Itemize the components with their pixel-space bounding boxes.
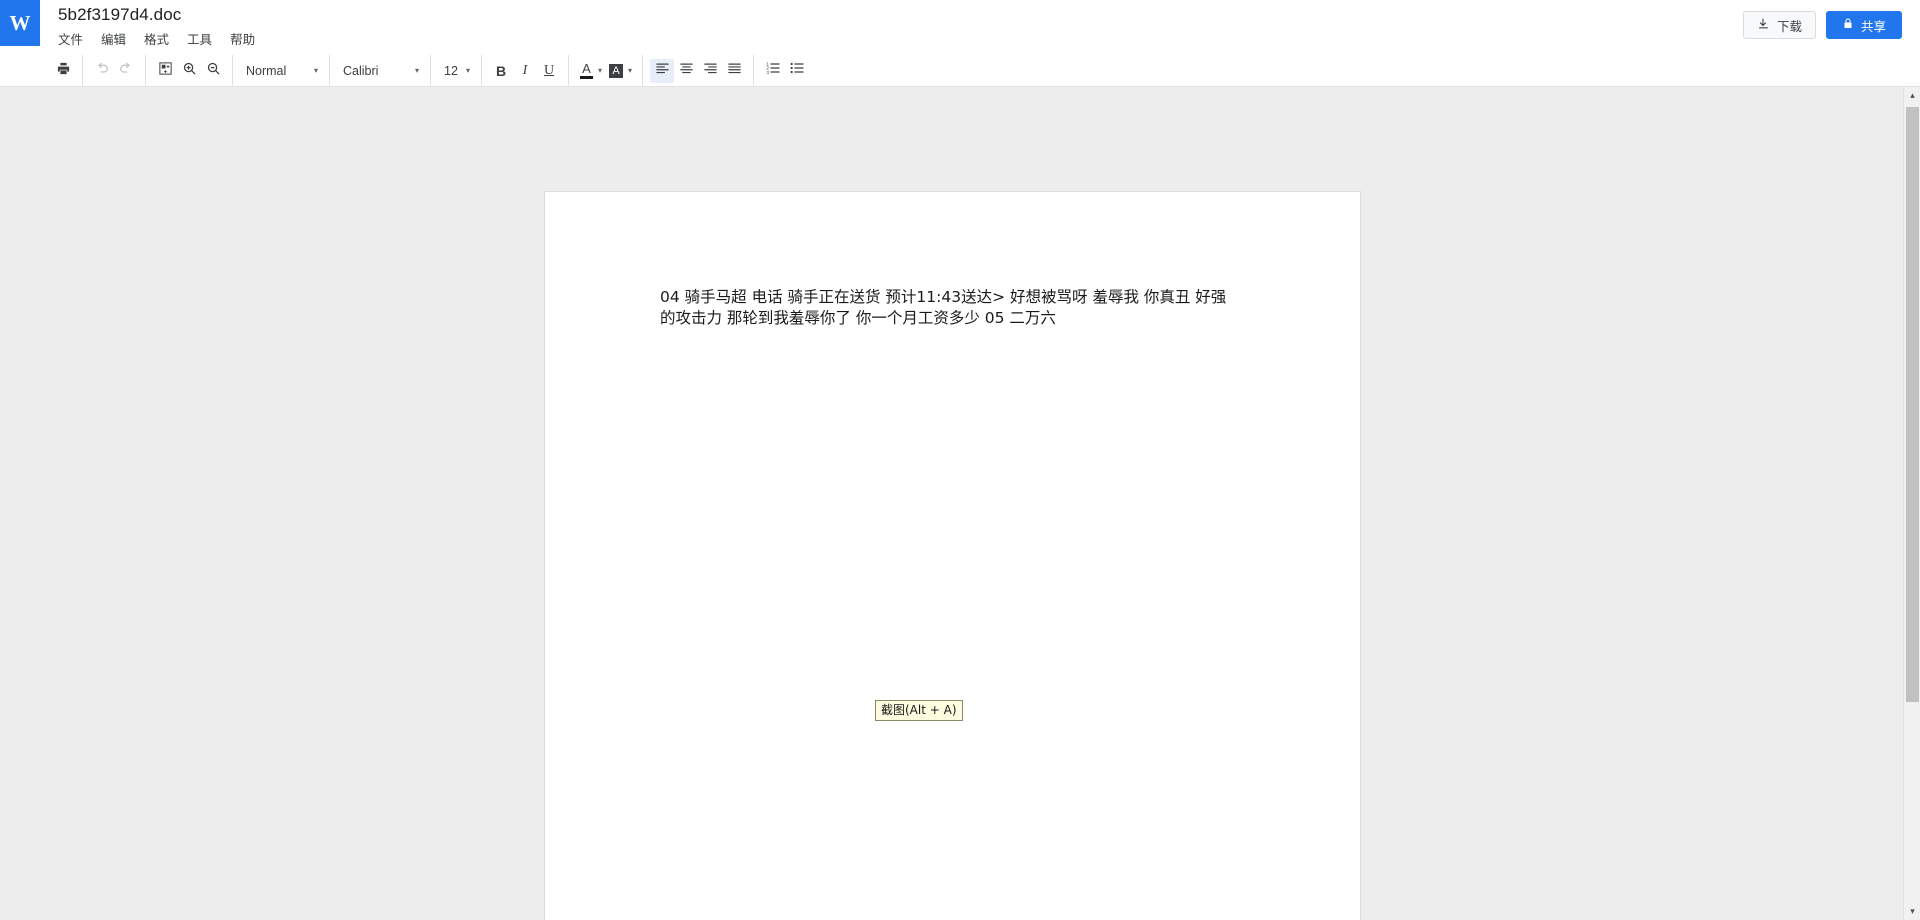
text-color-icon: A <box>580 62 593 79</box>
download-icon <box>1757 17 1770 33</box>
align-justify-icon <box>727 61 742 81</box>
paragraph-style-value: Normal <box>246 63 287 78</box>
vertical-scrollbar[interactable]: ▴ ▾ <box>1903 87 1920 920</box>
toolbar-group-font-family: Calibri ▾ <box>330 54 431 87</box>
image-selection-button[interactable] <box>153 59 177 83</box>
scroll-up-arrow[interactable]: ▴ <box>1904 87 1920 104</box>
chevron-down-icon: ▾ <box>598 65 603 75</box>
svg-text:3: 3 <box>766 70 769 75</box>
chevron-down-icon: ▾ <box>628 65 633 75</box>
underline-label: U <box>543 62 555 78</box>
print-button[interactable] <box>51 59 75 83</box>
chevron-down-icon: ▾ <box>414 65 419 75</box>
font-family-select[interactable]: Calibri ▾ <box>337 59 423 83</box>
page-title: 5b2f3197d4.doc <box>58 5 182 24</box>
document-canvas[interactable]: 04 骑手马超 电话 骑手正在送货 预计11:43送达> 好想被骂呀 羞辱我 你… <box>0 87 1920 920</box>
toolbar-group-font-size: 12 ▾ <box>431 54 482 87</box>
menu-edit[interactable]: 编辑 <box>101 29 136 51</box>
align-left-button[interactable] <box>650 58 675 83</box>
menu-file[interactable]: 文件 <box>58 29 93 51</box>
undo-icon <box>94 60 110 81</box>
download-button-label: 下载 <box>1776 19 1802 34</box>
font-size-value: 12 <box>444 63 458 78</box>
header-actions: 下载 共享 <box>1742 11 1902 39</box>
align-center-icon <box>679 61 694 81</box>
chevron-down-icon: ▾ <box>313 65 318 75</box>
redo-icon <box>118 60 134 81</box>
chevron-down-icon: ▾ <box>465 65 470 75</box>
toolbar-group-text-style: B I U <box>482 54 569 87</box>
download-button[interactable]: 下载 <box>1742 11 1816 39</box>
scrollbar-thumb[interactable] <box>1906 107 1919 702</box>
document-page[interactable]: 04 骑手马超 电话 骑手正在送货 预计11:43送达> 好想被骂呀 羞辱我 你… <box>545 192 1360 920</box>
numbered-list-button[interactable]: 123 <box>761 59 785 83</box>
formatting-toolbar: Normal ▾ Calibri ▾ 12 ▾ B I U A ▾ A ▾ 1 … <box>0 54 1920 87</box>
app-header: W 5b2f3197d4.doc 文件 编辑 格式 工具 帮助 下载 共享 <box>0 0 1920 55</box>
align-right-icon <box>703 61 718 81</box>
screenshot-tooltip: 截图(Alt + A) <box>875 700 963 721</box>
zoom-out-button[interactable] <box>201 59 225 83</box>
print-icon <box>56 61 71 81</box>
italic-label: I <box>522 62 528 78</box>
italic-button[interactable]: I <box>513 59 537 83</box>
menu-bar: 文件 编辑 格式 工具 帮助 <box>58 29 273 51</box>
align-right-button[interactable] <box>698 59 722 83</box>
menu-help[interactable]: 帮助 <box>230 29 265 51</box>
bold-label: B <box>495 62 507 79</box>
toolbar-group-alignment <box>643 54 755 87</box>
chevron-down-icon: ▾ <box>1910 906 1915 916</box>
align-left-icon <box>655 61 670 81</box>
highlight-letter: A <box>612 64 620 77</box>
zoom-out-icon <box>206 61 221 81</box>
highlight-color-button[interactable]: A ▾ <box>605 59 635 83</box>
bold-button[interactable]: B <box>489 59 513 83</box>
highlight-icon: A <box>609 63 624 78</box>
chevron-up-icon: ▴ <box>1910 90 1915 100</box>
zoom-in-button[interactable] <box>177 59 201 83</box>
scroll-down-arrow[interactable]: ▾ <box>1904 903 1920 920</box>
font-family-value: Calibri <box>343 63 379 78</box>
align-center-button[interactable] <box>674 59 698 83</box>
lock-icon <box>1842 17 1854 33</box>
share-button-label: 共享 <box>1860 19 1886 34</box>
document-body-text[interactable]: 04 骑手马超 电话 骑手正在送货 预计11:43送达> 好想被骂呀 羞辱我 你… <box>660 287 1240 329</box>
bulleted-list-button[interactable] <box>785 59 809 83</box>
bulleted-list-icon <box>789 60 805 81</box>
toolbar-group-paragraph-style: Normal ▾ <box>233 54 330 87</box>
paragraph-style-select[interactable]: Normal ▾ <box>240 59 322 83</box>
zoom-in-icon <box>182 61 197 81</box>
redo-button[interactable] <box>114 59 138 83</box>
toolbar-group-colors: A ▾ A ▾ <box>569 54 644 87</box>
share-button[interactable]: 共享 <box>1825 11 1902 39</box>
undo-button[interactable] <box>90 59 114 83</box>
toolbar-group-print <box>44 54 83 87</box>
underline-button[interactable]: U <box>537 59 561 83</box>
toolbar-group-history <box>83 54 146 87</box>
font-size-select[interactable]: 12 ▾ <box>438 59 474 83</box>
text-color-button[interactable]: A ▾ <box>576 59 605 83</box>
menu-format[interactable]: 格式 <box>144 29 179 51</box>
app-logo: W <box>0 0 40 46</box>
menu-tools[interactable]: 工具 <box>187 29 222 51</box>
toolbar-group-lists: 123 <box>754 55 816 87</box>
align-justify-button[interactable] <box>722 59 746 83</box>
title-and-menu-block: 5b2f3197d4.doc 文件 编辑 格式 工具 帮助 <box>40 0 273 51</box>
numbered-list-icon: 123 <box>765 60 781 81</box>
text-color-swatch <box>580 76 593 79</box>
text-color-letter: A <box>582 61 591 76</box>
app-logo-letter: W <box>9 10 31 35</box>
image-selection-icon <box>158 61 173 81</box>
toolbar-group-view <box>146 54 233 87</box>
